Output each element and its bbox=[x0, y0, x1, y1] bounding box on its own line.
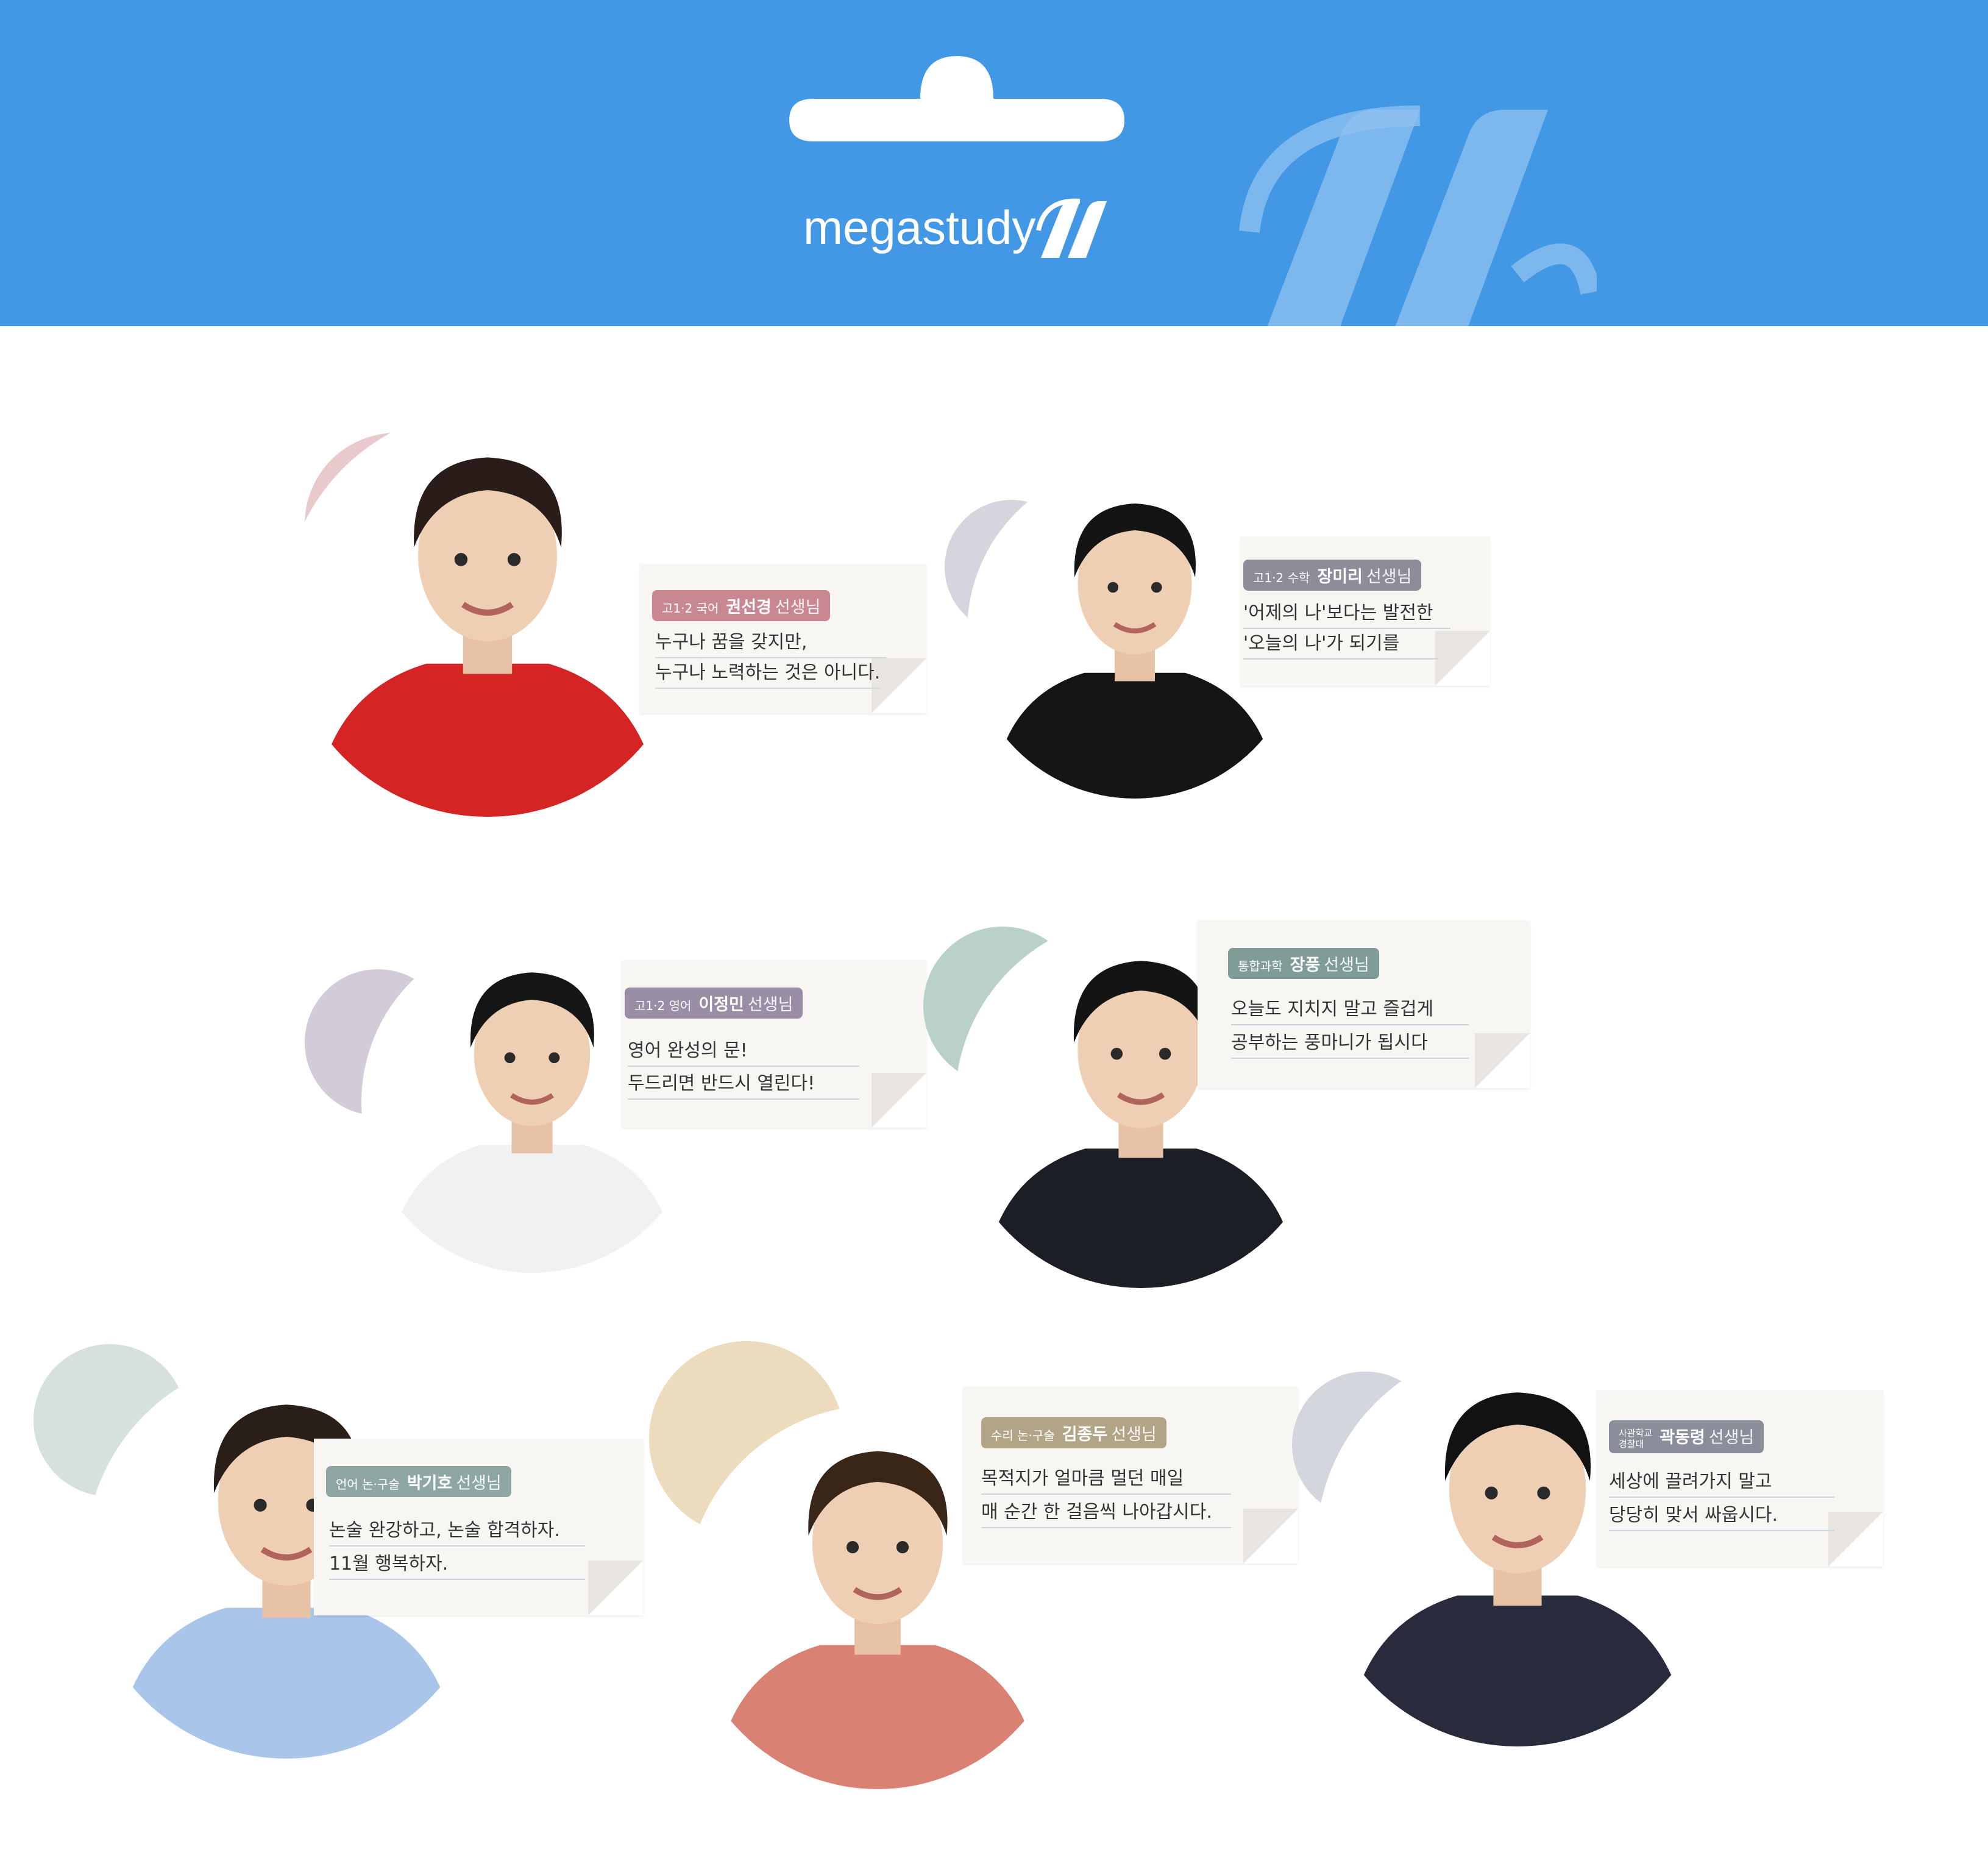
megastudy-watermark-icon bbox=[1239, 105, 1597, 326]
teacher-title: 선생님 bbox=[1324, 956, 1369, 975]
page-curl bbox=[1828, 1512, 1883, 1567]
subject-label: 고1·2 국어 bbox=[662, 601, 719, 616]
portrait-illustration bbox=[283, 408, 692, 817]
teacher-title: 선생님 bbox=[747, 995, 793, 1014]
subject-label: 사관학교 경찰대 bbox=[1619, 1428, 1652, 1450]
teacher-tag: 사관학교 경찰대 곽동령 선생님 bbox=[1609, 1420, 1764, 1453]
teacher-name: 곽동령 bbox=[1660, 1428, 1705, 1447]
teacher-name: 김종두 bbox=[1062, 1425, 1108, 1444]
quote-line1: 오늘도 지치지 말고 즐겁게 bbox=[1231, 994, 1469, 1025]
quote-line1: 영어 완성의 문! bbox=[628, 1035, 859, 1067]
quote-line2: 11월 행복하자. bbox=[329, 1548, 585, 1580]
brand-text: megastudy bbox=[803, 201, 1036, 254]
teacher-tag: 고1·2 영어 이정민 선생님 bbox=[625, 988, 803, 1019]
quote-line2: 두드리면 반드시 열린다! bbox=[628, 1068, 859, 1100]
teacher-portrait bbox=[283, 408, 692, 817]
quote-line2: '오늘의 나'가 되기를 bbox=[1243, 628, 1438, 660]
quote-line1: 누구나 꿈을 갖지만, bbox=[655, 627, 887, 658]
teacher-name: 박기호 bbox=[406, 1474, 453, 1493]
teacher-tag: 통합과학 장풍 선생님 bbox=[1228, 948, 1379, 979]
header-banner: megastudy bbox=[0, 0, 1988, 326]
subject-top: 사관학교 bbox=[1619, 1427, 1653, 1439]
quote-line1: '어제의 나'보다는 발전한 bbox=[1243, 597, 1450, 629]
page-curl bbox=[1243, 1509, 1298, 1564]
page-curl bbox=[1475, 1033, 1530, 1088]
teacher-name: 장미리 bbox=[1317, 568, 1363, 586]
page-curl bbox=[872, 1073, 926, 1128]
subject-label: 언어 논·구술 bbox=[336, 1477, 400, 1492]
teacher-name: 권선경 bbox=[726, 598, 772, 617]
subject-label: 수리 논·구술 bbox=[991, 1428, 1055, 1443]
teacher-name: 장풍 bbox=[1290, 956, 1321, 975]
teacher-title: 선생님 bbox=[456, 1474, 502, 1493]
teacher-title: 선생님 bbox=[1708, 1428, 1755, 1447]
teacher-title: 선생님 bbox=[1366, 568, 1412, 586]
page-curl bbox=[588, 1561, 643, 1615]
quote-line2: 당당히 맞서 싸웁시다. bbox=[1609, 1500, 1834, 1531]
teacher-title: 선생님 bbox=[1111, 1425, 1157, 1444]
teacher-tag: 고1·2 수학 장미리 선생님 bbox=[1243, 560, 1422, 591]
teacher-tag: 고1·2 국어 권선경 선생님 bbox=[652, 590, 831, 621]
quote-line2: 공부하는 풍마니가 됩시다 bbox=[1231, 1027, 1469, 1059]
quote-line1: 목적지가 얼마큼 멀던 매일 bbox=[981, 1463, 1231, 1495]
subject-bottom: 경찰대 bbox=[1619, 1438, 1644, 1450]
subject-label: 고1·2 영어 bbox=[634, 998, 692, 1013]
page-curl bbox=[1435, 631, 1490, 686]
quote-line1: 논술 완강하고, 논술 합격하자. bbox=[329, 1515, 585, 1547]
quote-line2: 누구나 노력하는 것은 아니다. bbox=[655, 657, 881, 689]
quote-line1: 세상에 끌려가지 말고 bbox=[1609, 1466, 1834, 1498]
quote-line2: 매 순간 한 걸음씩 나아갑시다. bbox=[981, 1497, 1231, 1528]
teacher-title: 선생님 bbox=[775, 598, 821, 617]
teacher-name: 이정민 bbox=[698, 995, 744, 1014]
teacher-tag: 언어 논·구술 박기호 선생님 bbox=[326, 1466, 511, 1497]
teacher-tag: 수리 논·구술 김종두 선생님 bbox=[981, 1417, 1166, 1448]
megastudy-m-icon bbox=[1036, 198, 1107, 258]
subject-label: 고1·2 수학 bbox=[1253, 571, 1310, 585]
hanger-hole-icon bbox=[789, 56, 1124, 141]
subject-label: 통합과학 bbox=[1238, 959, 1283, 973]
